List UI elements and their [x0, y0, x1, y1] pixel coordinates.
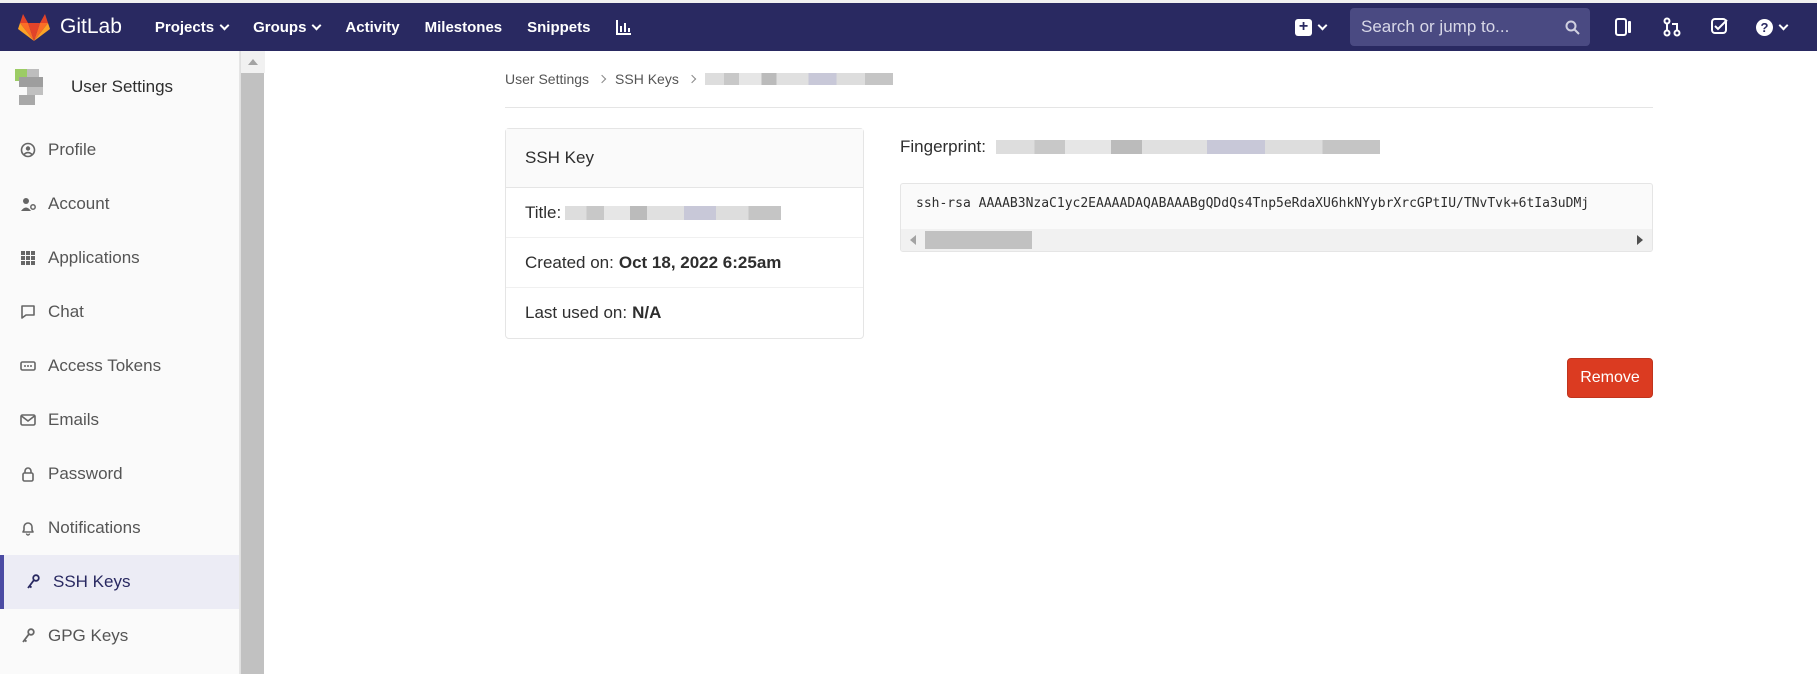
last-used-label: Last used on:	[525, 303, 628, 322]
topbar-right: + ?	[1295, 3, 1817, 51]
avatar	[11, 65, 55, 109]
remove-button[interactable]: Remove	[1567, 358, 1653, 398]
search-box[interactable]	[1350, 8, 1590, 46]
lock-icon	[19, 465, 37, 483]
scroll-up-arrow-icon[interactable]	[241, 51, 265, 73]
sidebar-item-label: Password	[48, 464, 123, 483]
breadcrumb: User Settings SSH Keys	[505, 51, 1653, 108]
gitlab-home-link[interactable]: GitLab	[18, 12, 122, 42]
sidebar-item-label: Emails	[48, 410, 100, 429]
nav-snippets[interactable]: Snippets	[527, 19, 590, 36]
chat-icon	[19, 303, 37, 321]
help-dropdown[interactable]: ?	[1756, 18, 1789, 36]
bell-icon	[19, 519, 37, 537]
sidebar-item-profile[interactable]: Profile	[0, 123, 239, 177]
sidebar-scrollbar[interactable]	[240, 51, 265, 674]
brand-name: GitLab	[60, 15, 122, 38]
sidebar-item-account[interactable]: Account	[0, 177, 239, 231]
nav-milestones[interactable]: Milestones	[425, 19, 503, 36]
sidebar-item-label: GPG Keys	[48, 626, 129, 645]
plus-icon: +	[1295, 18, 1312, 36]
created-label: Created on:	[525, 252, 614, 272]
nav-groups-label: Groups	[253, 18, 307, 36]
title-label: Title:	[525, 202, 562, 222]
key-icon	[19, 627, 37, 645]
key-title-row: Title:	[506, 188, 863, 238]
nav-activity[interactable]: Activity	[345, 19, 399, 36]
token-icon	[19, 357, 37, 375]
sidebar-item-emails[interactable]: Emails	[0, 393, 239, 447]
main-content: User Settings SSH Keys SSH Key Title: Cr…	[505, 51, 1653, 398]
merge-requests-icon[interactable]	[1660, 15, 1684, 39]
ssh-key-card: SSH Key Title: Created on: Oct 18, 2022 …	[505, 128, 864, 339]
nav-analytics[interactable]	[615, 18, 633, 36]
created-value: Oct 18, 2022 6:25am	[618, 252, 782, 272]
applications-icon	[19, 249, 37, 267]
scroll-left-arrow-icon[interactable]	[910, 235, 916, 245]
breadcrumb-user-settings[interactable]: User Settings	[505, 71, 589, 87]
top-navbar: GitLab Projects Groups Activity Mileston…	[0, 0, 1817, 51]
sidebar-item-chat[interactable]: Chat	[0, 285, 239, 339]
key-horizontal-scrollbar[interactable]	[901, 229, 1652, 251]
breadcrumb-current-redacted	[704, 73, 893, 85]
public-key-text: ssh-rsa AAAAB3NzaC1yc2EAAAADAQABAAABgQDd…	[916, 196, 1590, 211]
title-value-redacted	[565, 205, 782, 220]
sidebar-item-gpg-keys[interactable]: GPG Keys	[0, 609, 239, 663]
nav-groups[interactable]: Groups	[253, 18, 322, 36]
settings-sidebar: User Settings Profile Account Applicatio…	[0, 51, 240, 674]
new-dropdown[interactable]: +	[1295, 18, 1328, 36]
key-icon	[24, 573, 42, 591]
nav-milestones-label: Milestones	[424, 18, 503, 36]
sidebar-item-label: Applications	[48, 248, 140, 267]
help-icon: ?	[1756, 18, 1773, 36]
sidebar-item-label: Notifications	[48, 518, 141, 537]
search-input[interactable]	[1361, 17, 1551, 37]
chart-icon	[616, 20, 632, 35]
profile-icon	[19, 141, 37, 159]
sidebar-item-applications[interactable]: Applications	[0, 231, 239, 285]
sidebar-item-password[interactable]: Password	[0, 447, 239, 501]
sidebar-header: User Settings	[0, 51, 239, 123]
nav-snippets-label: Snippets	[527, 18, 591, 36]
chevron-right-icon	[597, 74, 607, 84]
last-used-row: Last used on: N/A	[506, 288, 863, 338]
sidebar-item-label: Chat	[48, 302, 84, 321]
sidebar-item-notifications[interactable]: Notifications	[0, 501, 239, 555]
issues-icon[interactable]	[1612, 15, 1636, 39]
chevron-down-icon	[1778, 20, 1789, 30]
sidebar-item-ssh-keys[interactable]: SSH Keys	[0, 555, 239, 609]
public-key-box[interactable]: ssh-rsa AAAAB3NzaC1yc2EAAAADAQABAAABgQDd…	[900, 183, 1653, 252]
search-icon	[1565, 20, 1580, 35]
sidebar-item-label: Account	[48, 194, 110, 213]
sidebar-item-label: SSH Keys	[53, 572, 131, 591]
chevron-right-icon	[687, 74, 697, 84]
chevron-down-icon	[1317, 20, 1328, 30]
sidebar-title: User Settings	[71, 77, 174, 96]
scroll-right-arrow-icon[interactable]	[1637, 235, 1643, 245]
main-nav: Projects Groups Activity Milestones Snip…	[155, 18, 659, 36]
chevron-down-icon	[219, 20, 230, 30]
scrollbar-thumb[interactable]	[925, 231, 1032, 249]
nav-activity-label: Activity	[345, 18, 400, 36]
created-row: Created on: Oct 18, 2022 6:25am	[506, 238, 863, 288]
nav-projects-label: Projects	[154, 18, 215, 36]
gitlab-logo-icon	[18, 14, 50, 41]
sidebar-item-label: Access Tokens	[48, 356, 162, 375]
fingerprint-line: Fingerprint:	[900, 133, 1653, 161]
chevron-down-icon	[311, 20, 322, 30]
nav-projects[interactable]: Projects	[154, 18, 230, 36]
fingerprint-value-redacted	[995, 140, 1380, 154]
sidebar-item-label: Profile	[48, 140, 97, 159]
account-icon	[19, 195, 37, 213]
breadcrumb-ssh-keys[interactable]: SSH Keys	[615, 71, 679, 87]
sidebar-item-access-tokens[interactable]: Access Tokens	[0, 339, 239, 393]
fingerprint-label: Fingerprint:	[900, 137, 986, 156]
card-header: SSH Key	[506, 129, 863, 188]
todos-icon[interactable]	[1708, 15, 1732, 39]
email-icon	[19, 411, 37, 429]
last-used-value: N/A	[632, 303, 662, 322]
fingerprint-section: Fingerprint: ssh-rsa AAAAB3NzaC1yc2EAAAA…	[900, 128, 1653, 252]
